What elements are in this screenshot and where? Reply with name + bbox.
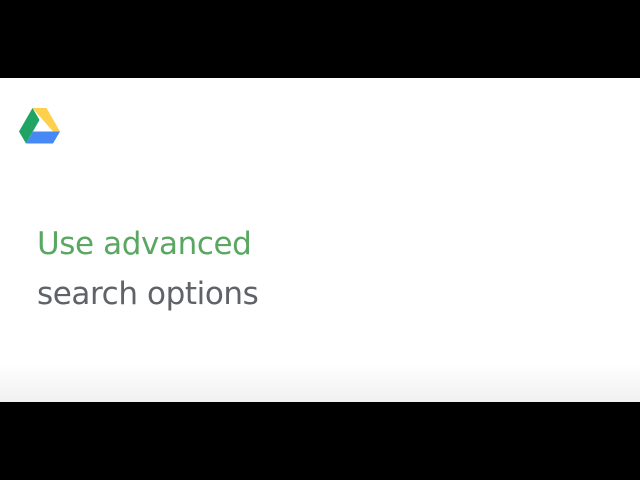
video-frame: Use advanced search options xyxy=(0,0,640,480)
google-drive-icon xyxy=(19,108,60,144)
title-slide: Use advanced search options xyxy=(0,78,640,402)
headline-line-secondary: search options xyxy=(37,276,259,312)
headline: Use advanced search options xyxy=(37,219,259,319)
headline-line-accent: Use advanced xyxy=(37,226,252,262)
letterbox-top xyxy=(0,0,640,78)
letterbox-bottom xyxy=(0,402,640,480)
